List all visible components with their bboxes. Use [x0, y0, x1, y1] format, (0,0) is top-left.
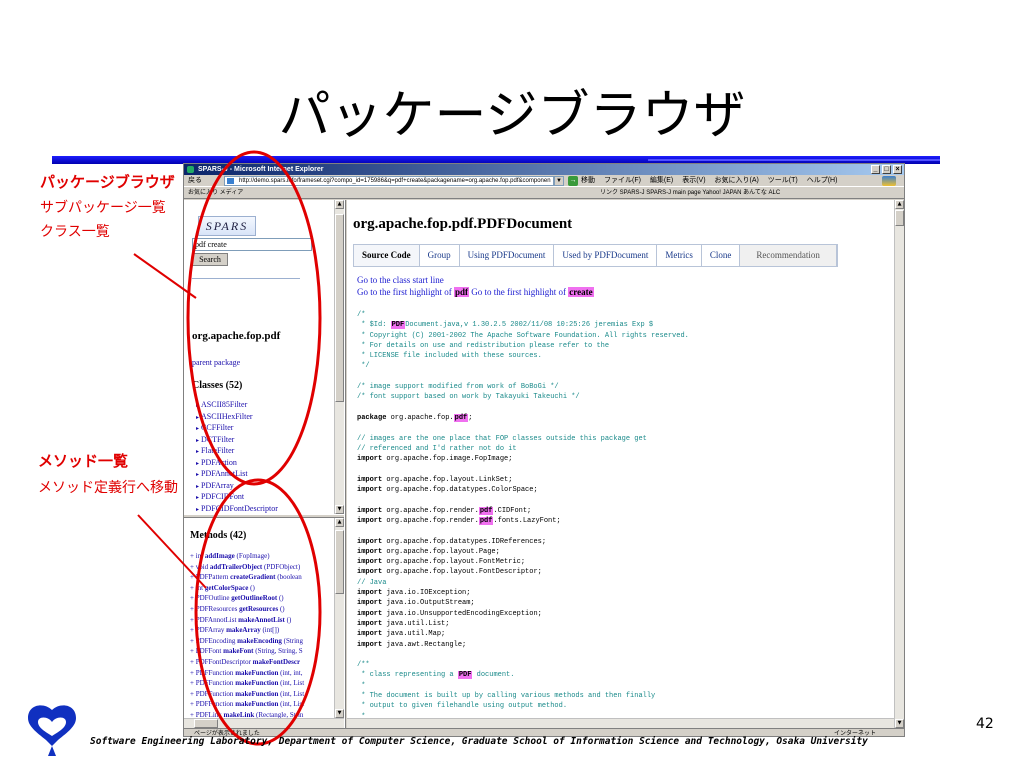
class-list-circle: [186, 150, 322, 486]
pointer-line: [133, 253, 197, 299]
page-number: 42: [976, 716, 994, 732]
annotation-method-jump: メソッド定義行へ移動: [38, 480, 178, 496]
annotation-overlay: [133, 150, 322, 746]
annotation-class-list: クラス一覧: [40, 224, 110, 240]
pointer-line: [137, 514, 207, 589]
footer-text: Software Engineering Laboratory, Departm…: [90, 736, 868, 747]
method-list-circle: [194, 478, 322, 746]
annotation-subpackage-list: サブパッケージ一覧: [40, 200, 166, 216]
annotation-method-list: メソッド一覧: [38, 452, 129, 470]
university-logo: [28, 705, 76, 756]
annotation-package-browser: パッケージブラウザ: [40, 173, 175, 191]
